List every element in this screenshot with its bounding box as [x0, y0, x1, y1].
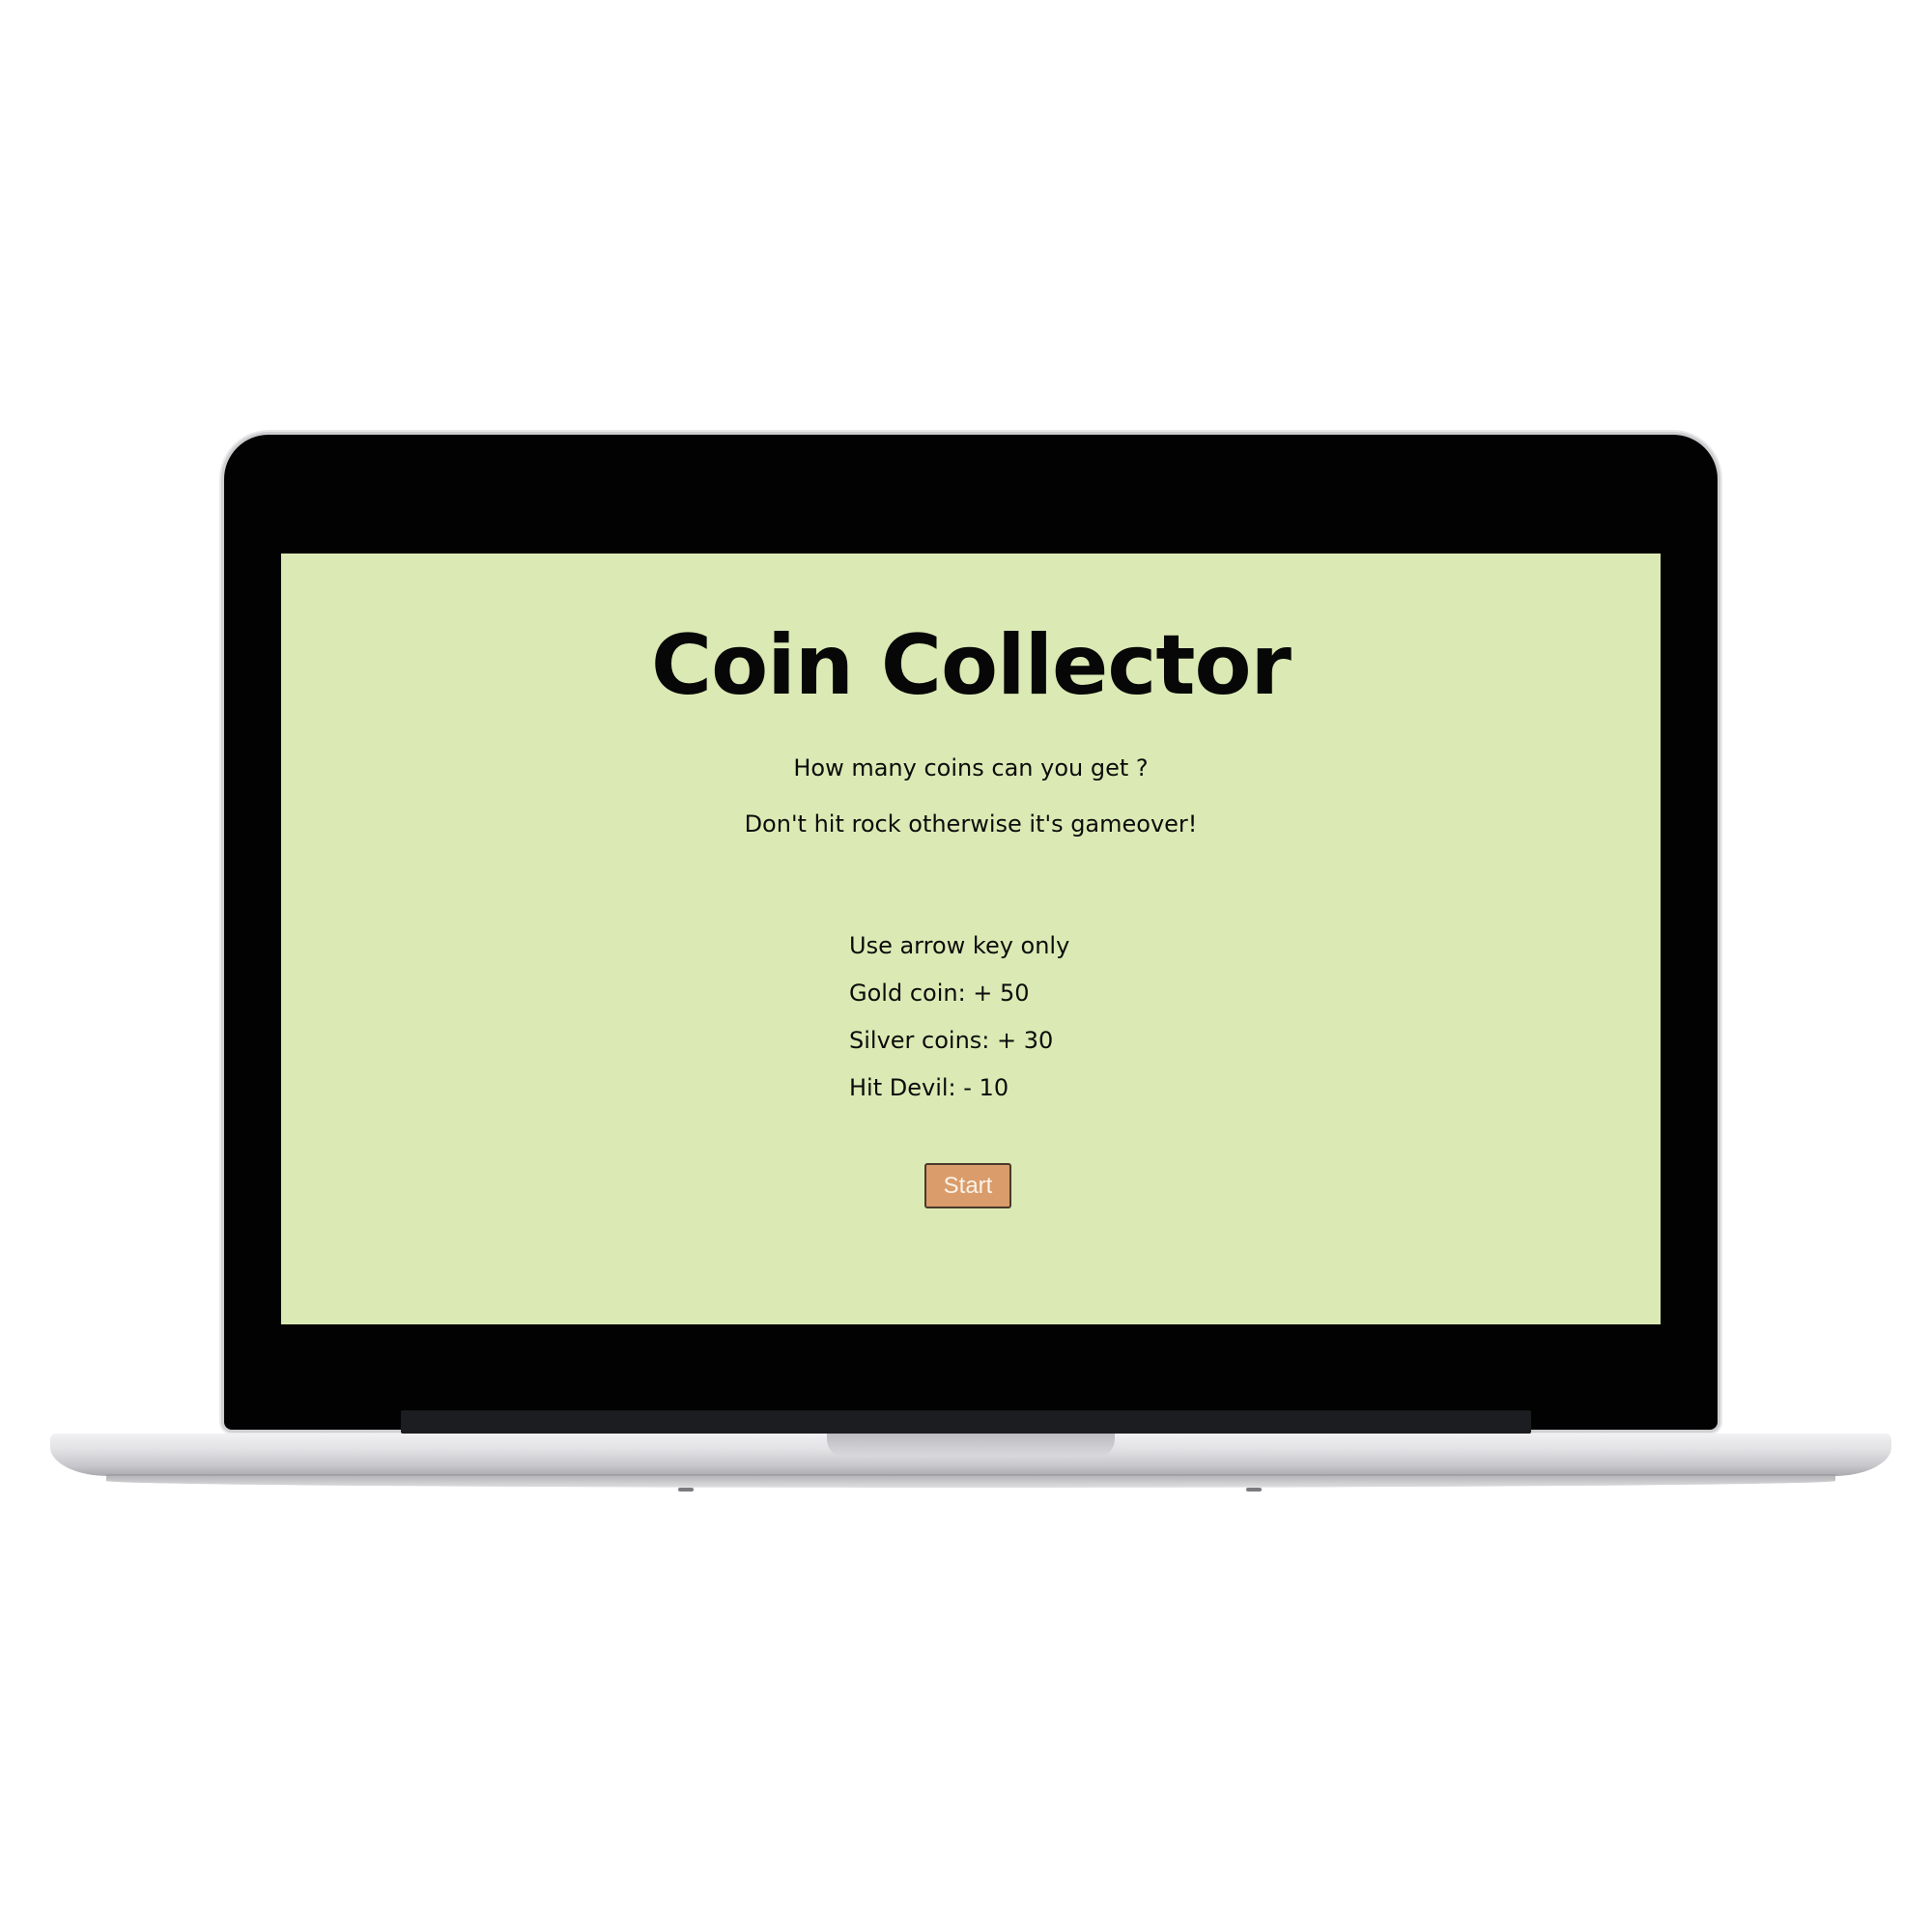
game-warning: Don't hit rock otherwise it's gameover!: [744, 810, 1198, 838]
game-screen: Coin Collector How many coins can you ge…: [281, 554, 1661, 1324]
start-button[interactable]: Start: [924, 1163, 1011, 1208]
laptop-hinge: [401, 1410, 1531, 1434]
laptop-foot-left: [678, 1488, 694, 1492]
laptop-lid: Coin Collector How many coins can you ge…: [224, 435, 1718, 1430]
game-title: Coin Collector: [651, 617, 1292, 714]
rule-controls: Use arrow key only: [849, 932, 1070, 959]
game-tagline: How many coins can you get ?: [793, 754, 1149, 781]
laptop-foot-right: [1246, 1488, 1262, 1492]
laptop-base-lip: [106, 1474, 1835, 1488]
laptop-mockup: Coin Collector How many coins can you ge…: [0, 0, 1932, 1932]
rule-hit-devil: Hit Devil: - 10: [849, 1074, 1009, 1101]
rule-gold-coin: Gold coin: + 50: [849, 980, 1030, 1007]
laptop-opening-notch: [827, 1434, 1115, 1457]
rule-silver-coin: Silver coins: + 30: [849, 1027, 1054, 1054]
rules-list: Use arrow key only Gold coin: + 50 Silve…: [849, 923, 1332, 1112]
